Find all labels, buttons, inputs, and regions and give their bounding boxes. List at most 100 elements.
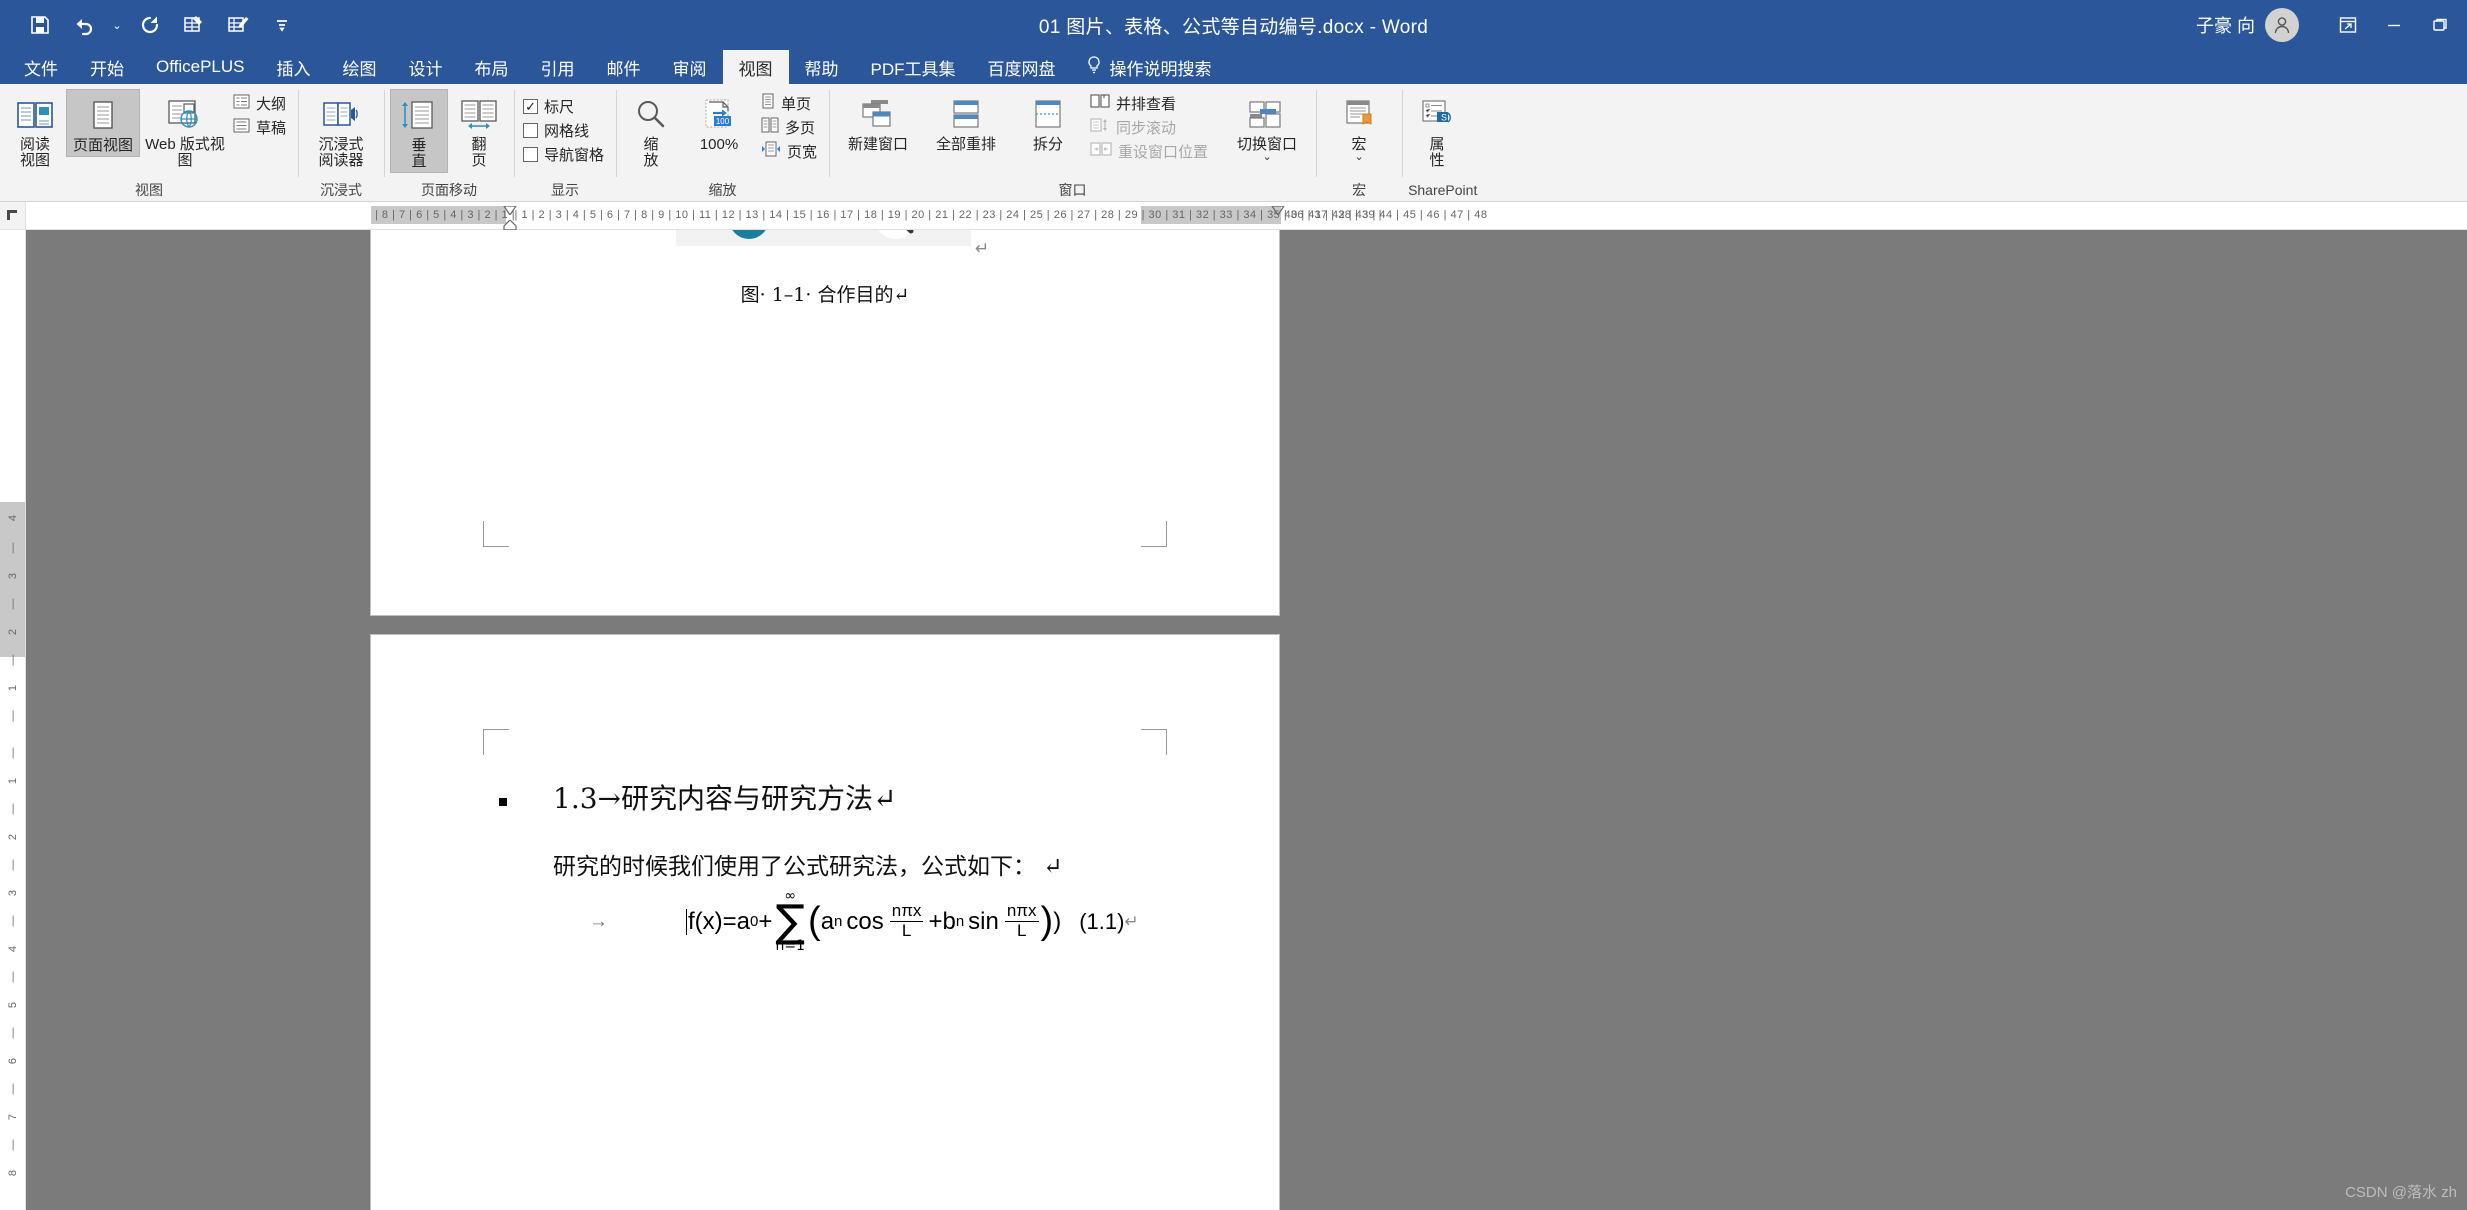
hanging-indent-marker[interactable] bbox=[503, 217, 517, 235]
tab-review[interactable]: 审阅 bbox=[657, 50, 723, 84]
avatar[interactable] bbox=[2265, 8, 2299, 42]
reset-window-position-button[interactable]: 重设窗口位置 bbox=[1087, 139, 1214, 163]
ribbon-display-options-icon[interactable] bbox=[2325, 0, 2371, 50]
web-layout-button[interactable]: Web 版式视图 bbox=[142, 89, 228, 171]
gridlines-label: 网格线 bbox=[544, 122, 590, 140]
table-draw-icon[interactable] bbox=[216, 3, 260, 47]
formula-lhs: f(x)=a bbox=[688, 907, 751, 935]
immersive-reader-button[interactable]: 沉浸式 阅读器 bbox=[304, 89, 378, 171]
properties-button[interactable]: S 属性 bbox=[1408, 89, 1466, 171]
tab-baidu-netdisk[interactable]: 百度网盘 bbox=[972, 50, 1072, 84]
body-paragraph[interactable]: 研究的时候我们使用了公式研究法，公式如下： ↵ bbox=[553, 847, 1063, 881]
tab-view[interactable]: 视图 bbox=[722, 50, 789, 84]
zoom-100-icon: 100 bbox=[698, 93, 740, 137]
ruler-checkbox[interactable]: 标尺 bbox=[520, 94, 610, 118]
section-heading[interactable]: 1.3→研究内容与研究方法↵ bbox=[553, 777, 896, 817]
print-layout-button[interactable]: 页面视图 bbox=[66, 89, 140, 158]
synchronous-scrolling-button[interactable]: 同步滚动 bbox=[1087, 115, 1214, 139]
tab-stop-selector[interactable] bbox=[0, 202, 26, 230]
term2-coefficient: b bbox=[942, 907, 956, 935]
immersive-reader-label: 沉浸式 阅读器 bbox=[318, 136, 364, 170]
customize-qat-icon[interactable] bbox=[260, 3, 304, 47]
ribbon-group-zoom: 缩放 100 100% 单页 多页 页宽 缩放 bbox=[616, 84, 829, 201]
tab-officeplus[interactable]: OfficePLUS bbox=[140, 50, 261, 84]
tab-draw[interactable]: 绘图 bbox=[327, 50, 393, 84]
view-side-by-side-label: 并排查看 bbox=[1116, 95, 1177, 113]
page-width-label: 页宽 bbox=[787, 143, 818, 161]
vruler-tick: 4 bbox=[7, 945, 19, 953]
zoom-button[interactable]: 缩放 bbox=[622, 89, 680, 171]
tab-help[interactable]: 帮助 bbox=[789, 50, 855, 84]
navigation-pane-checkbox[interactable]: 导航窗格 bbox=[520, 142, 610, 166]
page-width-button[interactable]: 页宽 bbox=[758, 139, 823, 163]
group-label-sharepoint: SharePoint bbox=[1408, 182, 1478, 198]
vertical-scroll-button[interactable]: 垂直 bbox=[390, 89, 449, 174]
save-icon[interactable] bbox=[18, 3, 62, 47]
tab-mailings[interactable]: 邮件 bbox=[591, 50, 657, 84]
vruler-tick: 1 bbox=[7, 777, 19, 785]
fourier-formula[interactable]: f(x)=a 0 + ∑ ∞ n=1 ( an cos nπx L + bn s… bbox=[686, 889, 1139, 953]
restore-icon[interactable] bbox=[2417, 0, 2463, 50]
tell-me-search[interactable]: 操作说明搜索 bbox=[1072, 50, 1226, 84]
fraction-1: nπx L bbox=[889, 902, 924, 940]
properties-label: 属性 bbox=[1429, 136, 1445, 170]
properties-icon: S bbox=[1417, 93, 1457, 137]
side-to-side-label: 翻页 bbox=[471, 136, 487, 170]
tab-references[interactable]: 引用 bbox=[525, 50, 591, 84]
vertical-scroll-icon bbox=[398, 94, 440, 138]
navigation-pane-label: 导航窗格 bbox=[544, 146, 605, 164]
undo-icon[interactable] bbox=[62, 3, 106, 47]
figure-caption[interactable]: 图· 1–1· 合作目的↵ bbox=[371, 280, 1279, 307]
zoom-100-label: 100% bbox=[699, 136, 739, 153]
extra-paren: ) bbox=[1053, 907, 1062, 935]
gridlines-checkbox[interactable]: 网格线 bbox=[520, 118, 610, 142]
macros-caret-icon[interactable]: ⌄ bbox=[1354, 151, 1363, 164]
view-side-by-side-button[interactable]: 并排查看 bbox=[1087, 91, 1214, 115]
outline-label: 大纲 bbox=[256, 95, 287, 113]
tab-layout[interactable]: 布局 bbox=[459, 50, 525, 84]
formula-lhs-sub: 0 bbox=[750, 913, 759, 930]
zoom-100-button[interactable]: 100 100% bbox=[682, 89, 756, 155]
new-window-button[interactable]: 新建窗口 bbox=[835, 89, 921, 155]
table-eraser-icon[interactable] bbox=[172, 3, 216, 47]
outline-button[interactable]: 大纲 bbox=[230, 91, 292, 115]
document-page-2[interactable]: 1.3→研究内容与研究方法↵ 研究的时候我们使用了公式研究法，公式如下： ↵ →… bbox=[371, 635, 1279, 1210]
multiple-pages-button[interactable]: 多页 bbox=[758, 115, 823, 139]
minimize-icon[interactable] bbox=[2371, 0, 2417, 50]
show-checkboxes: 标尺 网格线 导航窗格 bbox=[520, 92, 610, 166]
redo-icon[interactable] bbox=[128, 3, 172, 47]
switch-windows-caret-icon[interactable]: ⌄ bbox=[1262, 151, 1271, 164]
vruler-tick: 8 bbox=[7, 1169, 19, 1177]
draft-button[interactable]: 草稿 bbox=[230, 115, 292, 139]
arrange-all-button[interactable]: 全部重排 bbox=[923, 89, 1009, 155]
group-label-macros: 宏 bbox=[1352, 182, 1367, 198]
horizontal-ruler[interactable]: | 8 | 7 | 6 | 5 | 4 | 3 | 2 | 1 | | 1 | … bbox=[26, 202, 2467, 231]
svg-text:100: 100 bbox=[716, 117, 730, 126]
document-area[interactable]: | 8 | 7 | 6 | 5 | 4 | 3 | 2 | 1 | | 1 | … bbox=[26, 202, 2467, 1210]
one-page-icon bbox=[761, 93, 775, 113]
one-page-button[interactable]: 单页 bbox=[758, 91, 823, 115]
document-page-1[interactable]: ↵ 图· 1–1· 合作目的↵ bbox=[371, 202, 1279, 615]
formula-row[interactable]: → f(x)=a 0 + ∑ ∞ n=1 ( an cos nπx L + b … bbox=[589, 889, 1139, 953]
read-mode-button[interactable]: 阅读 视图 bbox=[6, 89, 64, 171]
tab-design[interactable]: 设计 bbox=[393, 50, 459, 84]
tab-file[interactable]: 文件 bbox=[8, 50, 74, 84]
vertical-ruler[interactable]: 4 — 3 — 2 — 1 — — 1 — 2 — 3 — 4 — 5 — 6 … bbox=[0, 202, 26, 1210]
window-small-buttons: 并排查看 同步滚动 重设窗口位置 bbox=[1087, 89, 1214, 163]
switch-windows-button[interactable]: 切换窗口 ⌄ bbox=[1224, 89, 1310, 166]
vruler-tick: 2 bbox=[7, 628, 19, 636]
undo-dropdown-icon[interactable]: ⌄ bbox=[106, 3, 128, 47]
split-button[interactable]: 拆分 bbox=[1011, 89, 1085, 155]
immersive-reader-icon bbox=[321, 93, 361, 137]
view-side-by-side-icon bbox=[1090, 93, 1110, 113]
tab-pdf-tools[interactable]: PDF工具集 bbox=[855, 50, 972, 84]
new-window-label: 新建窗口 bbox=[848, 136, 909, 153]
vruler-tick: — bbox=[7, 598, 19, 610]
tab-insert[interactable]: 插入 bbox=[261, 50, 327, 84]
ribbon-group-window: 新建窗口 全部重排 拆分 并排查看 同步滚动 重设窗口位置 切换窗口 ⌄ 窗口 bbox=[829, 84, 1316, 201]
side-to-side-button[interactable]: 翻页 bbox=[450, 89, 508, 171]
macros-button[interactable]: 宏 ⌄ bbox=[1322, 89, 1396, 166]
tab-home[interactable]: 开始 bbox=[74, 50, 140, 84]
vruler-tick: 4 bbox=[7, 514, 19, 522]
read-mode-label: 阅读 视图 bbox=[19, 136, 50, 170]
